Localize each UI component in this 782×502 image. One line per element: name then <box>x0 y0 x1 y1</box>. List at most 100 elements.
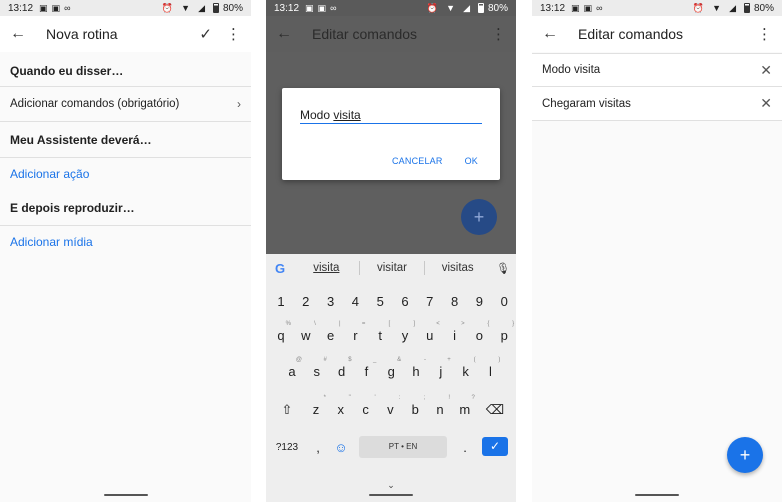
backspace-key-icon[interactable]: ⌫ <box>480 396 510 424</box>
keyboard-key[interactable]: 2 <box>294 288 318 316</box>
voicemail-icon: ∞ <box>64 3 71 13</box>
keyboard-key[interactable]: p} <box>492 321 516 350</box>
keyboard-key[interactable]: y] <box>393 321 417 350</box>
keyboard-key[interactable]: h- <box>404 357 428 386</box>
key-alt-label: & <box>397 357 402 363</box>
signal-icon: ◢ <box>729 2 736 13</box>
key-label: 2 <box>302 294 310 309</box>
more-vert-icon[interactable]: ⋮ <box>226 25 241 43</box>
keyboard-hide-chevron-icon[interactable]: ⌄ <box>266 480 516 491</box>
remove-command-icon[interactable]: ✕ <box>760 62 772 79</box>
keyboard-key[interactable]: x " <box>329 395 353 424</box>
symbols-key[interactable]: ?123 <box>272 434 302 462</box>
keyboard-key[interactable]: v: <box>378 395 402 424</box>
keyboard-key[interactable]: a @ <box>280 357 304 386</box>
microphone-icon[interactable]: 🎙 <box>490 262 516 275</box>
command-list-item[interactable]: Chegaram visitas ✕ <box>532 87 782 121</box>
more-vert-icon[interactable]: ⋮ <box>491 25 506 43</box>
suggestion-item[interactable]: visita <box>294 262 359 274</box>
voicemail-icon: ∞ <box>596 3 603 13</box>
remove-command-icon[interactable]: ✕ <box>760 95 772 112</box>
edit-commands-list-screen: 13:12 ▣ ▣ ∞ ⏰ ▼ ◢ 80% ← Editar comandos … <box>532 0 782 502</box>
key-label: b <box>411 402 419 417</box>
keyboard-key[interactable]: z * <box>304 395 328 424</box>
gesture-bar[interactable] <box>369 494 413 496</box>
keyboard-key[interactable]: 8 <box>443 288 467 316</box>
comma-key[interactable]: , <box>306 434 330 462</box>
emoji-key-icon[interactable]: ☺ <box>329 434 353 462</box>
status-time: 13:12 <box>8 2 34 14</box>
check-icon[interactable]: ✓ <box>199 25 212 43</box>
keyboard-key[interactable]: n! <box>428 395 452 424</box>
q-row: q% w \ e | r = t[y] u < i > o{p} <box>266 321 516 350</box>
key-label: n <box>436 402 444 417</box>
keyboard-key[interactable]: m? <box>453 395 477 424</box>
gesture-bar[interactable] <box>635 494 679 496</box>
key-alt-label: $ <box>348 357 352 363</box>
keyboard-key[interactable]: 5 <box>368 288 392 316</box>
google-logo-icon[interactable]: G <box>266 261 294 276</box>
keyboard-key[interactable]: s # <box>305 357 329 386</box>
cancel-button[interactable]: CANCELAR <box>392 156 443 166</box>
space-bar[interactable]: PT • EN <box>359 436 447 458</box>
add-commands-row[interactable]: Adicionar comandos (obrigatório) › <box>0 86 251 122</box>
image-icon: ▣ <box>571 2 580 13</box>
back-arrow-icon[interactable]: ← <box>542 25 568 43</box>
number-row: 1 2 3 4 5 6 7 8 9 0 <box>266 288 516 316</box>
more-vert-icon[interactable]: ⋮ <box>757 25 772 43</box>
enter-check-key-icon[interactable]: ✓ <box>482 437 508 456</box>
add-media-link[interactable]: Adicionar mídia <box>0 226 251 258</box>
keyboard-key[interactable]: g & <box>379 357 403 386</box>
keyboard-key[interactable]: u < <box>418 321 442 350</box>
keyboard-key[interactable]: 1 <box>269 288 293 316</box>
keyboard-key[interactable]: t[ <box>368 321 392 350</box>
key-label: 4 <box>351 294 359 309</box>
key-alt-label: : <box>398 395 401 401</box>
key-label: 9 <box>475 294 483 309</box>
voicemail-icon: ∞ <box>330 3 337 13</box>
keyboard-key[interactable]: j + <box>429 357 453 386</box>
keyboard-key[interactable]: w \ <box>294 321 318 350</box>
command-list-item[interactable]: Modo visita ✕ <box>532 53 782 87</box>
keyboard-key[interactable]: 0 <box>492 288 516 316</box>
key-alt-label: = <box>361 321 366 327</box>
back-arrow-icon[interactable]: ← <box>276 25 302 43</box>
key-alt-label: % <box>285 321 291 327</box>
period-key[interactable]: . <box>453 434 477 462</box>
suggestion-item[interactable]: visitar <box>360 262 425 274</box>
ok-button[interactable]: OK <box>465 156 478 166</box>
back-arrow-icon[interactable]: ← <box>10 25 36 43</box>
keyboard-key[interactable]: 9 <box>467 288 491 316</box>
assistant-heading-label: Meu Assistente deverá… <box>10 132 152 147</box>
add-command-fab[interactable]: + <box>727 437 763 473</box>
keyboard-key[interactable]: 3 <box>319 288 343 316</box>
keyboard-key[interactable]: i > <box>443 321 467 350</box>
key-label: c <box>362 402 369 417</box>
keyboard-key[interactable]: 7 <box>418 288 442 316</box>
image-icon: ▣ <box>305 2 314 13</box>
keyboard-key[interactable]: 6 <box>393 288 417 316</box>
keyboard-key[interactable]: b; <box>403 395 427 424</box>
keyboard-key[interactable]: o{ <box>467 321 491 350</box>
keyboard-key[interactable]: c ' <box>354 395 378 424</box>
key-alt-label: ) <box>498 357 501 363</box>
keyboard-key[interactable]: q% <box>269 321 293 350</box>
shift-key-icon[interactable]: ⇧ <box>272 396 302 424</box>
gesture-bar[interactable] <box>103 494 148 496</box>
key-label: f <box>364 364 369 379</box>
battery-icon <box>743 3 750 13</box>
command-input[interactable]: Modo visita <box>300 108 482 124</box>
add-action-link[interactable]: Adicionar ação <box>0 158 251 190</box>
key-label: 7 <box>426 294 434 309</box>
key-label: 8 <box>450 294 459 309</box>
keyboard-key[interactable]: l) <box>478 357 502 386</box>
keyboard-key[interactable]: d $ <box>330 357 354 386</box>
keyboard-key[interactable]: r = <box>343 321 367 350</box>
suggestion-item[interactable]: visitas <box>425 262 490 274</box>
keyboard-key[interactable]: f _ <box>354 357 378 386</box>
keyboard-key[interactable]: 4 <box>343 288 367 316</box>
key-alt-label: _ <box>373 357 377 363</box>
alarm-icon: ⏰ <box>692 2 705 13</box>
keyboard-key[interactable]: e | <box>319 321 343 350</box>
keyboard-key[interactable]: k( <box>454 357 478 386</box>
